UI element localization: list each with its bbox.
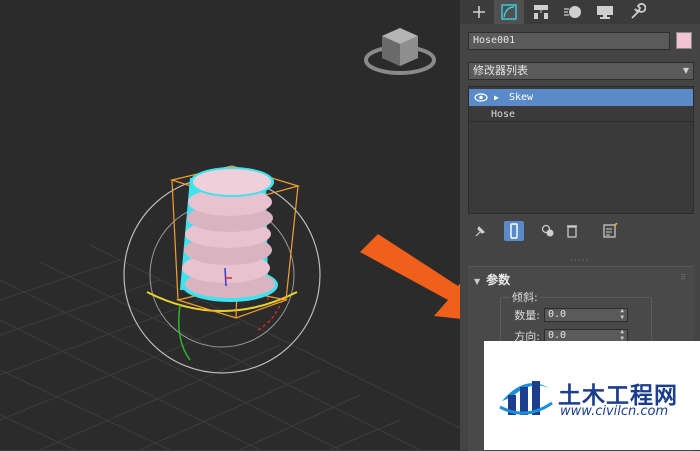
utilities-tab[interactable] <box>622 0 652 24</box>
viewport-scene <box>0 28 460 450</box>
civilcn-logo-icon <box>499 381 553 415</box>
eye-icon[interactable] <box>474 89 488 106</box>
configure-sets-icon[interactable] <box>600 221 620 241</box>
panel-divider-grip[interactable]: ····· <box>570 256 589 266</box>
perspective-viewport[interactable] <box>0 0 460 450</box>
watermark-url: www.civilcn.com <box>560 404 669 419</box>
command-panel-tabs <box>460 0 700 24</box>
rollout-title: 参数 <box>486 273 511 287</box>
stack-divider <box>469 121 693 122</box>
spinner-arrows-icon[interactable]: ▲ ▼ <box>620 307 624 321</box>
stack-toolbar <box>468 220 694 242</box>
collapse-triangle-icon: ▼ <box>474 277 481 286</box>
modifier-stack[interactable]: ▶ Skew Hose <box>468 86 694 214</box>
modify-tab[interactable] <box>494 0 524 24</box>
object-color-swatch[interactable] <box>676 32 692 49</box>
stack-item-label: Skew <box>509 92 534 103</box>
stack-item-skew[interactable]: ▶ Skew <box>469 89 693 106</box>
spinner-arrows-icon[interactable]: ▲ ▼ <box>620 328 624 342</box>
rollout-header[interactable]: ▼ 参数 <box>474 271 510 288</box>
display-tab[interactable] <box>590 0 620 24</box>
chevron-down-icon: ▼ <box>682 66 689 75</box>
pin-stack-icon[interactable] <box>470 221 490 241</box>
param-label: 数量: <box>514 309 540 322</box>
display-monitor-icon <box>597 6 613 19</box>
object-name-field[interactable]: Hose001 <box>468 32 670 50</box>
expand-triangle-icon[interactable]: ▶ <box>494 89 499 106</box>
viewcube-icon[interactable] <box>364 28 436 75</box>
make-unique-icon[interactable] <box>538 221 558 241</box>
modifier-list-label: 修改器列表 <box>473 64 528 77</box>
show-end-result-icon[interactable] <box>504 221 524 241</box>
hose-object[interactable] <box>180 167 278 302</box>
plus-icon <box>473 6 485 18</box>
direction-value: 0.0 <box>548 330 567 341</box>
remove-modifier-icon[interactable] <box>562 221 582 241</box>
modify-curve-icon <box>501 4 517 20</box>
amount-value: 0.0 <box>548 309 567 320</box>
motion-tab[interactable] <box>558 0 588 24</box>
hierarchy-icon <box>534 5 548 19</box>
amount-spinner[interactable]: 0.0 ▲ ▼ <box>544 307 628 322</box>
watermark: 土木工程网 www.civilcn.com <box>484 341 700 450</box>
rollout-grip-icon[interactable]: ⠿ <box>680 273 686 282</box>
create-tab[interactable] <box>464 0 494 24</box>
hierarchy-tab[interactable] <box>526 0 556 24</box>
skew-group-label: 倾斜: <box>510 289 540 305</box>
modifier-list-dropdown[interactable]: 修改器列表 ▼ <box>468 62 694 80</box>
motion-icon <box>564 6 581 18</box>
wrench-icon <box>631 3 646 19</box>
